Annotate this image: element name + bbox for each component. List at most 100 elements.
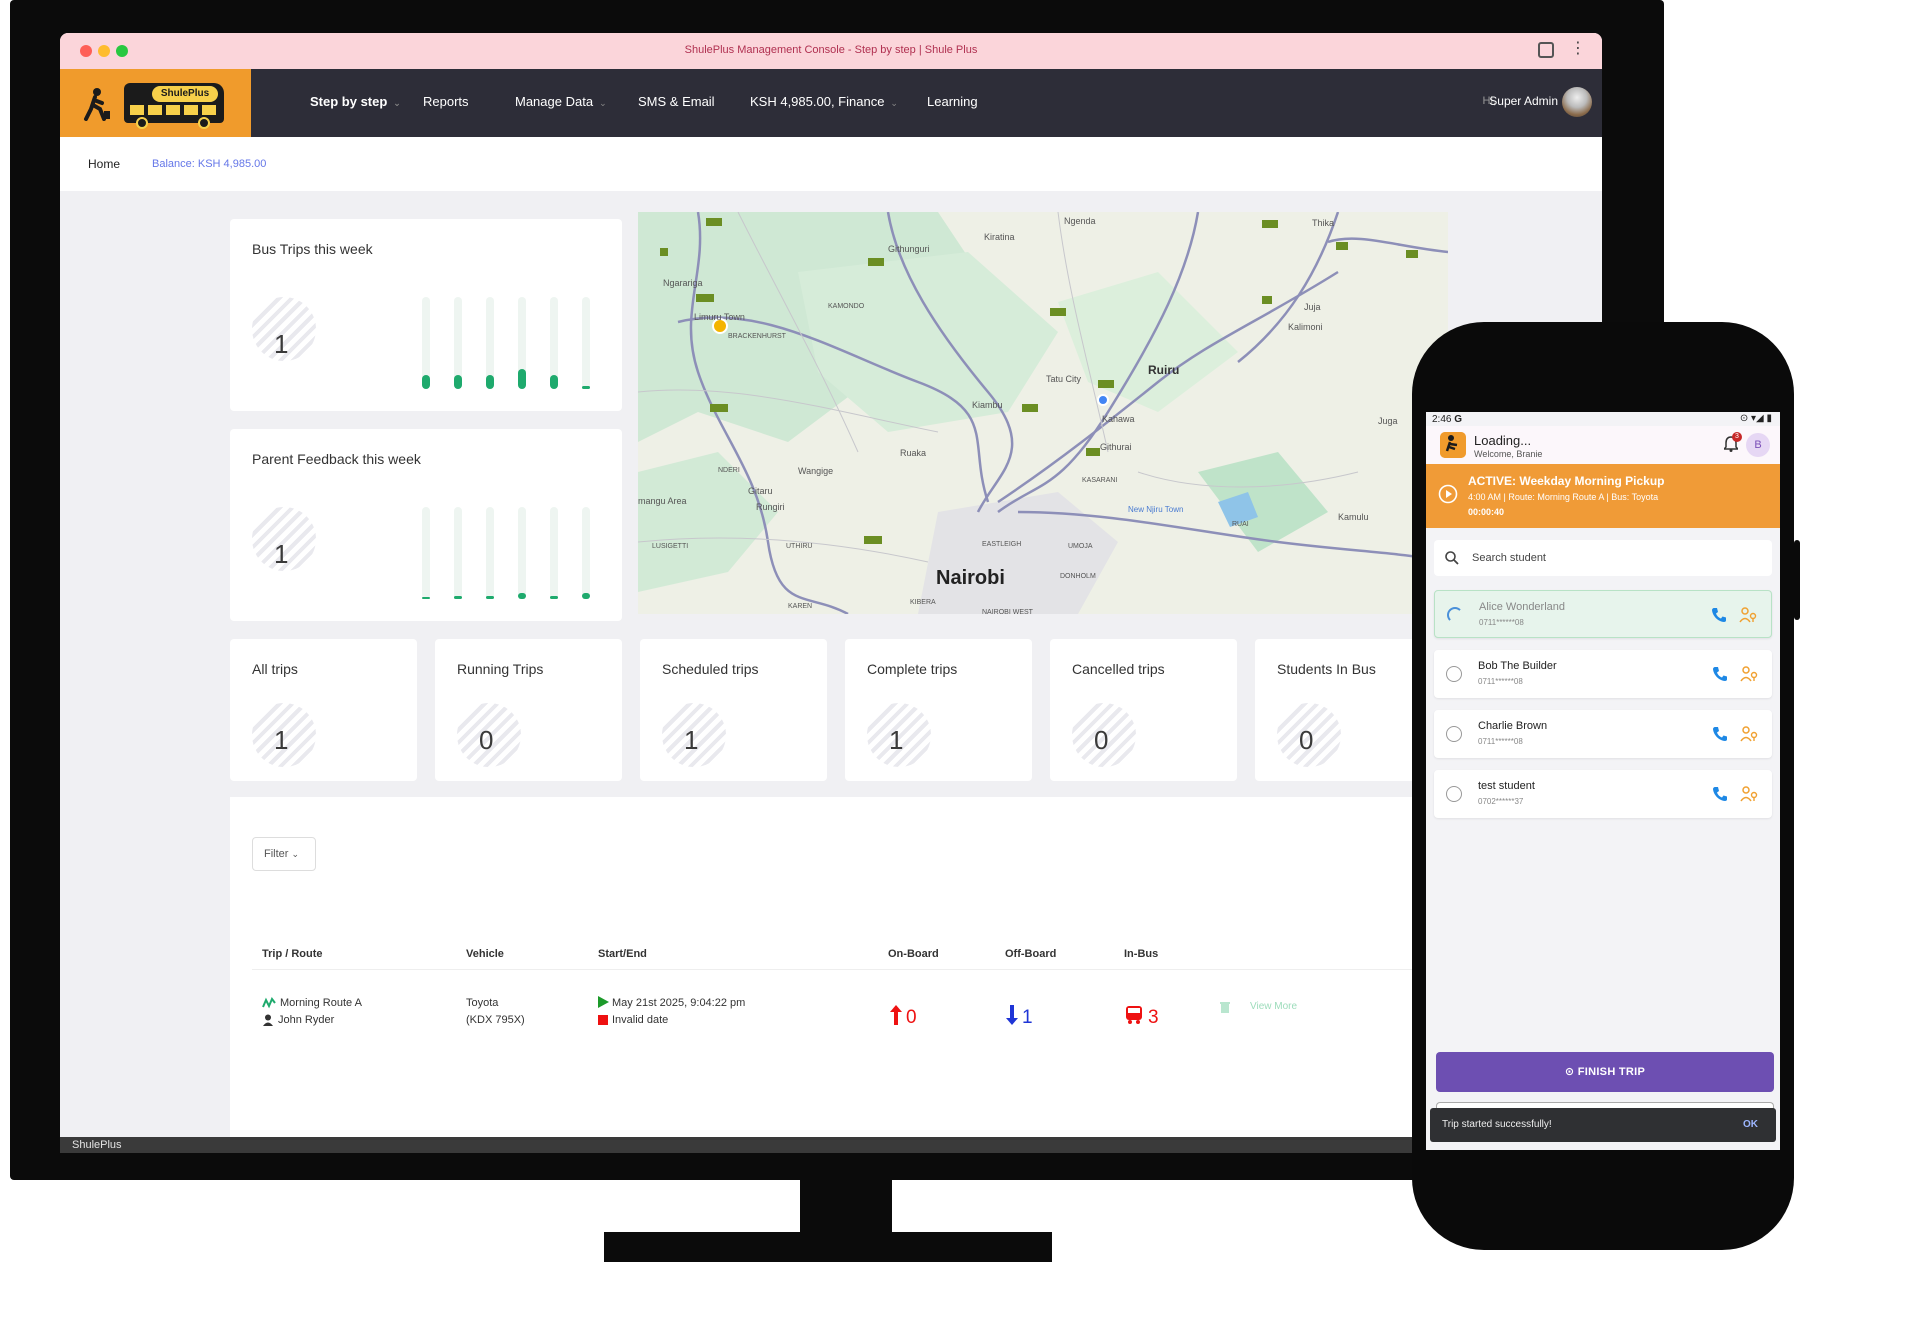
phone-screen: 2:46 G ⊙ ▾◢ ▮ Loading... Welcome, Branie…	[1426, 412, 1780, 1150]
phone-call-icon[interactable]	[1711, 607, 1727, 623]
phone-frame: 2:46 G ⊙ ▾◢ ▮ Loading... Welcome, Branie…	[1412, 322, 1794, 1250]
person-location-icon[interactable]	[1740, 666, 1758, 682]
person-location-icon[interactable]	[1739, 607, 1757, 623]
on-board-count: 0	[906, 1007, 917, 1028]
stat-card[interactable]: Running Trips 0	[435, 639, 622, 781]
col-start-end: Start/End	[598, 948, 647, 960]
nav-step-by-step[interactable]: Step by step ⌄	[310, 94, 401, 109]
bar-fill	[518, 593, 526, 599]
stat-card[interactable]: Cancelled trips 0	[1050, 639, 1237, 781]
arrow-down-icon	[1006, 1005, 1018, 1025]
filter-button[interactable]: Filter ⌄	[252, 837, 316, 871]
trash-icon[interactable]	[1220, 1001, 1230, 1013]
map-label: Kalimoni	[1288, 322, 1323, 332]
stat-value: 1	[274, 725, 289, 755]
col-trip-route: Trip / Route	[262, 948, 323, 960]
logo-text: ShulePlus	[152, 86, 218, 102]
driver-icon	[263, 1014, 273, 1026]
phone-call-icon[interactable]	[1712, 726, 1728, 742]
snackbar-ok-button[interactable]: OK	[1743, 1119, 1758, 1130]
end-stop-icon	[598, 1015, 608, 1025]
trip-timer: 00:00:40	[1468, 507, 1505, 517]
app-title: Loading...	[1474, 433, 1532, 448]
finish-trip-button[interactable]: ⊙ FINISH TRIP	[1436, 1052, 1774, 1092]
bar-track	[454, 297, 462, 389]
breadcrumb-home[interactable]: Home	[88, 157, 120, 171]
bus-window	[148, 105, 162, 115]
stat-label: Running Trips	[457, 661, 544, 677]
user-name[interactable]: Super Admin	[1489, 94, 1558, 108]
stat-card[interactable]: Scheduled trips 1	[640, 639, 827, 781]
stat-value: 0	[479, 725, 494, 755]
app-logo[interactable]: ShulePlus	[60, 69, 251, 137]
snackbar-text: Trip started successfully!	[1442, 1119, 1552, 1130]
extension-icon[interactable]	[1538, 42, 1554, 58]
map-label: New Njiru Town	[1128, 505, 1183, 514]
radio-button[interactable]	[1446, 726, 1462, 742]
radio-button[interactable]	[1446, 786, 1462, 802]
browser-window: ShulePlus Management Console - Step by s…	[60, 33, 1602, 1153]
nav-sms-email[interactable]: SMS & Email	[638, 94, 715, 109]
phone-call-icon[interactable]	[1712, 666, 1728, 682]
stat-label: All trips	[252, 661, 298, 677]
map-label: Limuru Town	[694, 312, 745, 322]
trips-panel: Filter ⌄ Trip / Route Vehicle Start/End …	[230, 797, 1448, 1153]
user-avatar[interactable]	[1562, 87, 1592, 117]
stat-value: 1	[684, 725, 699, 755]
active-trip-banner[interactable]: ACTIVE: Weekday Morning Pickup 4:00 AM |…	[1426, 464, 1780, 528]
user-avatar[interactable]: B	[1746, 433, 1770, 457]
monitor-stand-base	[604, 1232, 1052, 1262]
student-row[interactable]: Bob The Builder 0711******08	[1434, 650, 1772, 698]
snackbar: Trip started successfully! OK	[1430, 1108, 1776, 1142]
student-row[interactable]: test student 0702******37	[1434, 770, 1772, 818]
nav-reports[interactable]: Reports	[423, 94, 469, 109]
bus-logo-icon: ShulePlus	[124, 83, 224, 129]
student-name: test student	[1478, 780, 1535, 792]
more-options-icon[interactable]: ⋮	[1570, 41, 1586, 57]
radio-button[interactable]	[1446, 666, 1462, 682]
vehicle-name: Toyota	[466, 997, 499, 1009]
stat-value: 0	[1094, 725, 1109, 755]
map-label: Githurai	[1100, 442, 1132, 452]
nav-manage-data[interactable]: Manage Data ⌄	[515, 94, 607, 109]
carrier-text: G	[1454, 414, 1463, 425]
col-in-bus: In-Bus	[1124, 948, 1159, 960]
map-label: Wangige	[798, 466, 833, 476]
bar-track	[582, 507, 590, 599]
student-row[interactable]: Alice Wonderland 0711******08	[1434, 590, 1772, 638]
student-row[interactable]: Charlie Brown 0711******08	[1434, 710, 1772, 758]
stat-label: Scheduled trips	[662, 661, 759, 677]
map-label: KASARANI	[1082, 477, 1117, 484]
col-vehicle: Vehicle	[466, 948, 504, 960]
app-header: Loading... Welcome, Branie 3 B	[1426, 426, 1780, 464]
off-board-count: 1	[1022, 1007, 1033, 1028]
stat-value: 0	[1299, 725, 1314, 755]
stat-value: 1	[889, 725, 904, 755]
route-map[interactable]: Kiratina Ngenda Thika Githunguri Ngarariga Li…	[638, 212, 1448, 614]
stat-card[interactable]: Complete trips 1	[845, 639, 1032, 781]
student-name: Bob The Builder	[1478, 660, 1557, 672]
person-location-icon[interactable]	[1740, 786, 1758, 802]
parent-feedback-card: Parent Feedback this week 1	[230, 429, 622, 621]
bar-track	[550, 507, 558, 599]
view-more-link[interactable]: View More	[1250, 1001, 1297, 1012]
chevron-down-icon: ⌄	[291, 849, 300, 859]
card-title: Bus Trips this week	[252, 241, 373, 257]
bus-window	[166, 105, 180, 115]
map-label: KIBERA	[910, 599, 936, 606]
nav-finance[interactable]: KSH 4,985.00, Finance ⌄	[750, 94, 898, 109]
map-label: Gitaru	[748, 486, 773, 496]
bar-track	[582, 297, 590, 389]
student-name: Alice Wonderland	[1479, 601, 1566, 613]
trip-route[interactable]: Morning Route A	[280, 997, 362, 1009]
person-location-icon[interactable]	[1740, 726, 1758, 742]
phone-call-icon[interactable]	[1712, 786, 1728, 802]
search-student-input[interactable]	[1472, 540, 1762, 576]
nav-learning[interactable]: Learning	[927, 94, 978, 109]
map-label: BRACKENHURST	[728, 333, 787, 340]
stat-card[interactable]: All trips 1	[230, 639, 417, 781]
loading-spinner-icon[interactable]	[1447, 607, 1463, 623]
bus-window	[184, 105, 198, 115]
bar-fill	[486, 596, 494, 599]
map-label: KAMONDO	[828, 303, 865, 310]
